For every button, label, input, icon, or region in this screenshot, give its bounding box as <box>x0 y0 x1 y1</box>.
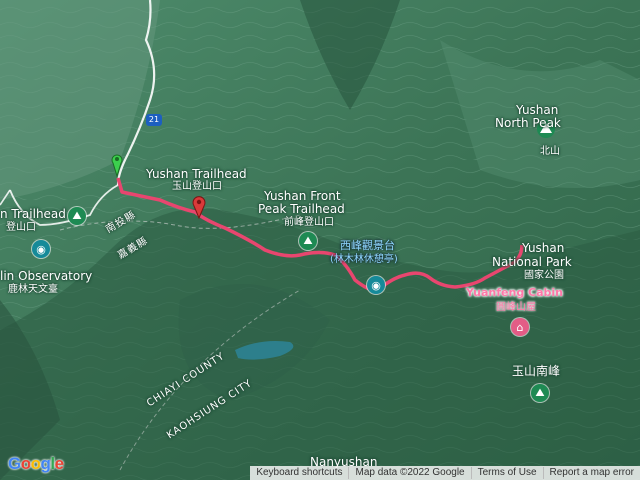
west-peak-sub-label: (林木林休憩亭) <box>330 254 398 265</box>
terms-link[interactable]: Terms of Use <box>470 467 543 479</box>
google-logo: Google <box>8 454 64 473</box>
north-peak-zh-label: 北山 <box>540 146 560 157</box>
viewpoint-icon[interactable]: ◉ <box>367 276 385 294</box>
observatory-zh-label: 鹿林天文臺 <box>8 284 58 295</box>
observatory-label[interactable]: lin Observatory <box>0 270 92 282</box>
map-view[interactable]: 21 Yushan Trailhead 玉山登山口 Yushan Front P… <box>0 0 640 480</box>
yushan-np-label-1[interactable]: Yushan <box>522 242 564 254</box>
front-peak-zh-label: 前峰登山口 <box>284 217 334 228</box>
hiker-icon[interactable]: ⛰ <box>299 232 317 250</box>
yushan-trailhead-zh-label: 玉山登山口 <box>172 181 222 192</box>
observatory-icon[interactable]: ◉ <box>32 240 50 258</box>
north-peak-label-2: North Peak <box>495 116 561 130</box>
north-peak-label-1[interactable]: Yushan <box>516 104 558 116</box>
route-21-shield: 21 <box>146 114 162 126</box>
south-peak-hiker-icon[interactable]: ⛰ <box>531 384 549 402</box>
yuanfeng-cabin-zh-label: 圓峰山屋 <box>496 302 536 313</box>
yushan-trailhead-label[interactable]: Yushan Trailhead <box>146 168 247 180</box>
left-hiker-icon[interactable]: ⛰ <box>68 207 86 225</box>
south-peak-label[interactable]: 玉山南峰 <box>512 365 560 377</box>
yushan-np-zh-label: 國家公園 <box>524 270 564 281</box>
left-trailhead-label[interactable]: n Trailhead <box>0 208 66 220</box>
report-error-link[interactable]: Report a map error <box>542 467 640 479</box>
cabin-icon[interactable]: ⌂ <box>511 318 529 336</box>
yushan-np-label-2: National Park <box>492 255 572 269</box>
map-data-attribution: Map data ©2022 Google <box>348 467 470 479</box>
west-peak-label[interactable]: 西峰觀景台 <box>340 240 395 252</box>
front-peak-label-1[interactable]: Yushan Front <box>264 190 341 202</box>
keyboard-shortcuts-link[interactable]: Keyboard shortcuts <box>250 467 348 479</box>
map-footer: Keyboard shortcuts Map data ©2022 Google… <box>250 466 640 480</box>
front-peak-label-2: Peak Trailhead <box>258 202 345 216</box>
yuanfeng-cabin-label[interactable]: Yuanfeng Cabin <box>466 287 563 299</box>
left-trailhead-zh-label: 登山口 <box>6 222 36 233</box>
terrain-layer <box>0 0 640 480</box>
